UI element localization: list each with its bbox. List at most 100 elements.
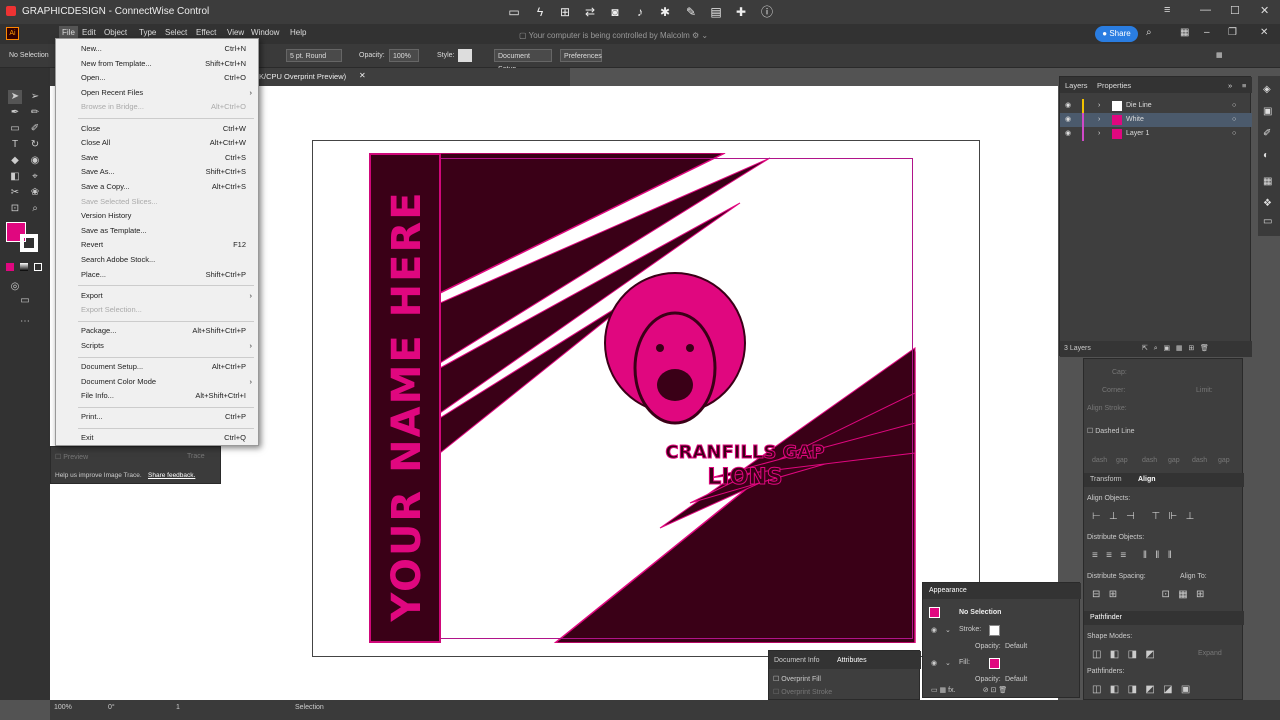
stroke-profile-select[interactable]: 5 pt. Round bbox=[286, 49, 342, 62]
settings-icon[interactable]: ✱ bbox=[657, 4, 673, 20]
file-menu-item[interactable]: Document Setup... Alt+Ctrl+P bbox=[56, 360, 260, 374]
eyedropper-tool-icon[interactable]: ⌖ bbox=[28, 170, 42, 184]
artboard-number[interactable]: 1 bbox=[176, 704, 180, 711]
align-buttons[interactable]: ⊢ ⊥ ⊣ ⊤ ⊩ ⊥ bbox=[1092, 511, 1194, 522]
tab-close-icon[interactable]: ✕ bbox=[359, 71, 366, 80]
file-menu-item[interactable]: Open... Ctrl+O bbox=[56, 71, 260, 85]
menu-help[interactable]: Help bbox=[290, 28, 306, 37]
monitor-icon[interactable]: ▭ bbox=[506, 4, 522, 20]
file-menu-item[interactable]: Version History bbox=[56, 209, 260, 223]
pen-tool-icon[interactable]: ✒ bbox=[8, 106, 22, 120]
file-menu-item[interactable]: Package... Alt+Shift+Ctrl+P bbox=[56, 324, 260, 338]
share-button[interactable]: ● Share bbox=[1095, 26, 1138, 42]
warp-tool-icon[interactable]: ◉ bbox=[28, 154, 42, 168]
file-menu-item[interactable]: Close Ctrl+W bbox=[56, 122, 260, 136]
opacity-label[interactable]: Opacity: bbox=[975, 643, 1001, 650]
file-menu-item[interactable]: Search Adobe Stock... bbox=[56, 253, 260, 267]
color-mode-icon[interactable] bbox=[6, 263, 14, 271]
document-tab[interactable]: K/CPU Overprint Preview) bbox=[259, 72, 346, 81]
tab-attributes[interactable]: Attributes bbox=[837, 657, 867, 664]
gradient-mode-icon[interactable] bbox=[20, 263, 28, 271]
share-feedback-link[interactable]: Share feedback. bbox=[148, 472, 195, 479]
minimize-icon[interactable]: — bbox=[1200, 4, 1211, 16]
file-menu-item[interactable]: Export › bbox=[56, 289, 260, 303]
dashed-line-checkbox[interactable]: ☐ Dashed Line bbox=[1087, 427, 1135, 435]
selection-tool-icon[interactable]: ➤ bbox=[8, 90, 22, 104]
dash-field[interactable]: dash bbox=[1142, 457, 1157, 464]
graphic-styles-icon[interactable]: ▭ bbox=[1263, 216, 1272, 227]
panel-toggle-icon[interactable]: ▦ bbox=[1213, 49, 1226, 62]
rotation-value[interactable]: 0° bbox=[108, 704, 115, 711]
expand-button[interactable]: Expand bbox=[1198, 650, 1222, 657]
file-menu-item[interactable]: New... Ctrl+N bbox=[56, 42, 260, 56]
name-banner[interactable]: YOUR NAME HERE bbox=[369, 153, 441, 643]
layer-row[interactable]: ◉ › Die Line ○ bbox=[1060, 99, 1252, 113]
expand-icon[interactable]: › bbox=[1098, 99, 1100, 113]
artboard-tool-icon[interactable]: ⊡ bbox=[8, 202, 22, 216]
eraser-tool-icon[interactable]: ◆ bbox=[8, 154, 22, 168]
target-icon[interactable]: ○ bbox=[1232, 113, 1236, 127]
properties-icon[interactable]: ▣ bbox=[1263, 106, 1272, 117]
tab-layers[interactable]: Layers bbox=[1065, 81, 1088, 90]
dash-field[interactable]: dash bbox=[1092, 457, 1107, 464]
gradient-tool-icon[interactable]: ◧ bbox=[8, 170, 22, 184]
none-mode-icon[interactable] bbox=[34, 263, 42, 271]
workspace-icon[interactable]: ▦ bbox=[1180, 27, 1189, 38]
menu-type[interactable]: Type bbox=[139, 28, 156, 37]
menu-edit[interactable]: Edit bbox=[82, 28, 96, 37]
screen-mode-icon[interactable]: ▭ bbox=[18, 294, 32, 308]
expand-icon[interactable]: › bbox=[1098, 127, 1100, 141]
preferences-button[interactable]: Preferences bbox=[560, 49, 602, 62]
draw-mode-icon[interactable]: ◎ bbox=[8, 280, 22, 294]
file-menu-item[interactable]: Save a Copy... Alt+Ctrl+S bbox=[56, 180, 260, 194]
paintbrush-tool-icon[interactable]: ✐ bbox=[28, 122, 42, 136]
eye-icon[interactable]: ◉ bbox=[1065, 127, 1071, 141]
tab-document-info[interactable]: Document Info bbox=[774, 657, 820, 664]
file-menu-item[interactable]: Place... Shift+Ctrl+P bbox=[56, 268, 260, 282]
toolbox-icon[interactable]: ⊞ bbox=[557, 4, 573, 20]
dash-field[interactable]: dash bbox=[1192, 457, 1207, 464]
file-menu-item[interactable]: Open Recent Files › bbox=[56, 86, 260, 100]
menu-object[interactable]: Object bbox=[104, 28, 127, 37]
layer-row[interactable]: ◉ › White ○ bbox=[1060, 113, 1252, 127]
window-restore-icon[interactable]: ❐ bbox=[1228, 27, 1237, 38]
zoom-level[interactable]: 100% bbox=[54, 704, 72, 711]
overprint-fill-checkbox[interactable]: ☐ Overprint Fill bbox=[773, 675, 821, 683]
menu-effect[interactable]: Effect bbox=[196, 28, 216, 37]
preview-checkbox[interactable]: ☐ Preview bbox=[55, 453, 88, 461]
symbol-tool-icon[interactable]: ❀ bbox=[28, 186, 42, 200]
tab-properties[interactable]: Properties bbox=[1097, 81, 1131, 90]
eye-icon[interactable]: ◉ bbox=[1065, 113, 1071, 127]
fill-swatch-small[interactable] bbox=[989, 658, 1000, 669]
shape-mode-buttons[interactable]: ◫ ◧ ◨ ◩ bbox=[1092, 649, 1155, 660]
transfer-icon[interactable]: ⇄ bbox=[582, 4, 598, 20]
menu-view[interactable]: View bbox=[227, 28, 244, 37]
panel-menu-icon[interactable]: ≡ bbox=[1242, 81, 1246, 90]
collapse-icon[interactable]: » bbox=[1228, 81, 1232, 90]
file-menu-item[interactable]: File Info... Alt+Shift+Ctrl+I bbox=[56, 389, 260, 403]
pencil-tool-icon[interactable]: ✏ bbox=[28, 106, 42, 120]
gap-field[interactable]: gap bbox=[1116, 457, 1128, 464]
stroke-none-swatch[interactable] bbox=[989, 625, 1000, 636]
search-icon[interactable]: ⌕ bbox=[1146, 27, 1152, 38]
pen-icon[interactable]: ✎ bbox=[683, 4, 699, 20]
layer-actions-icon[interactable]: ⇱ ⌕ ▣ ▦ ⊞ 🗑 bbox=[1142, 344, 1209, 353]
color-icon[interactable]: ◐ bbox=[1263, 150, 1269, 161]
distribute-buttons[interactable]: ≡ ≡ ≡ ‖ ‖ ‖ bbox=[1092, 550, 1172, 561]
target-icon[interactable]: ○ bbox=[1232, 99, 1236, 113]
stroke-swatch[interactable] bbox=[20, 234, 38, 252]
fill-label[interactable]: Fill: bbox=[959, 659, 970, 666]
fill-opacity-label[interactable]: Opacity: bbox=[975, 676, 1001, 683]
eye-icon[interactable]: ◉ bbox=[931, 659, 937, 667]
plus-icon[interactable]: ✚ bbox=[733, 4, 749, 20]
brush-icon[interactable]: ✐ bbox=[1263, 128, 1271, 139]
layer-row[interactable]: ◉ › Layer 1 ○ bbox=[1060, 127, 1252, 141]
overprint-stroke-checkbox[interactable]: ☐ Overprint Stroke bbox=[773, 688, 832, 696]
file-menu-item[interactable]: Print... Ctrl+P bbox=[56, 410, 260, 424]
lightning-icon[interactable]: ϟ bbox=[532, 4, 548, 20]
direct-selection-tool-icon[interactable]: ➢ bbox=[28, 90, 42, 104]
menu-select[interactable]: Select bbox=[165, 28, 187, 37]
blend-tool-icon[interactable]: ✂ bbox=[8, 186, 22, 200]
file-menu-item[interactable]: New from Template... Shift+Ctrl+N bbox=[56, 57, 260, 71]
file-menu-item[interactable]: Scripts › bbox=[56, 339, 260, 353]
